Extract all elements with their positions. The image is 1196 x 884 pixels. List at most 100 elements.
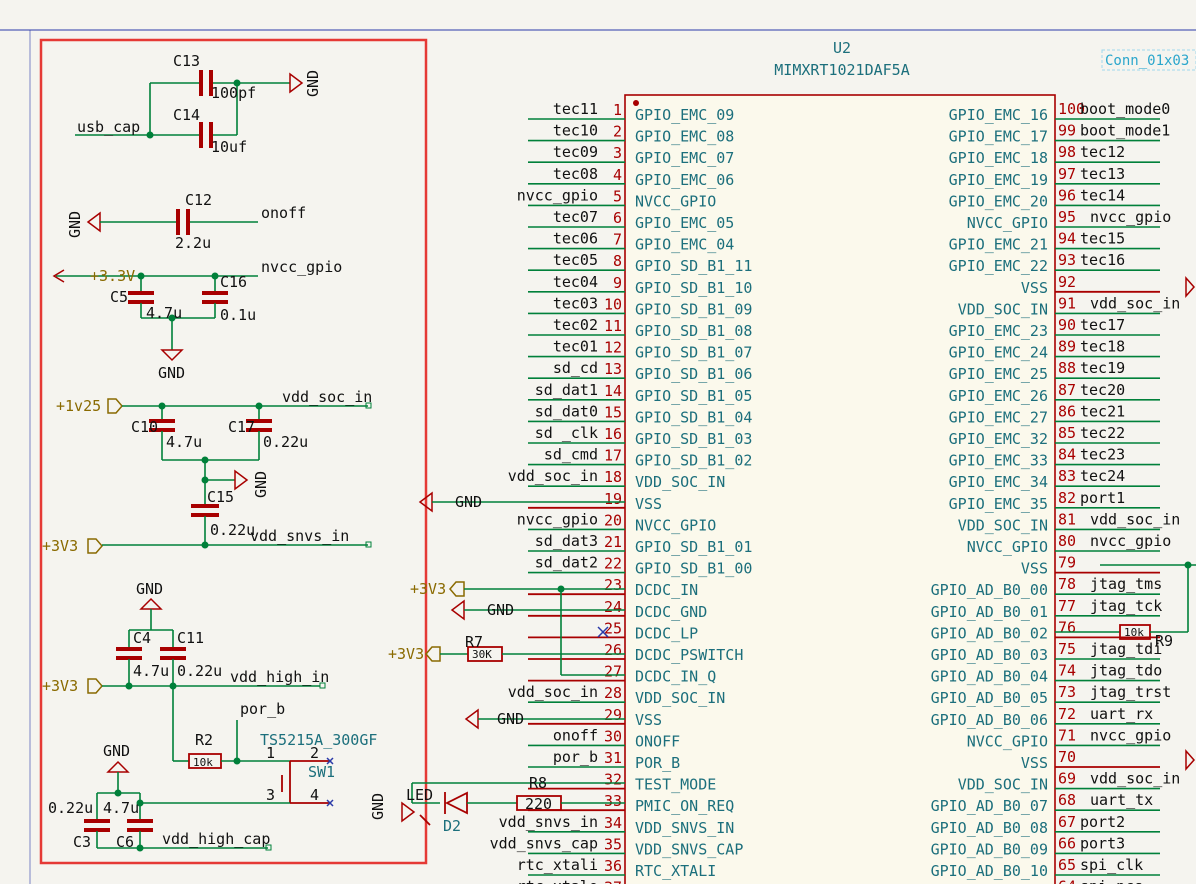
net-label[interactable]: sd_cd — [553, 359, 598, 377]
net-label[interactable]: nvcc_gpio — [517, 186, 598, 204]
net-label[interactable]: tec10 — [553, 122, 598, 140]
net-label[interactable]: rtc_xtali — [517, 856, 598, 874]
pin-name: NVCC_GPIO — [967, 732, 1048, 750]
net-label[interactable]: tec05 — [553, 251, 598, 269]
net-label[interactable]: tec11 — [553, 100, 598, 118]
net-label[interactable]: jtag_trst — [1090, 683, 1171, 701]
schematic-canvas[interactable]: U2 MIMXRT1021DAF5A Conn_01x03 1 GPIO_EMC_… — [0, 0, 1196, 884]
net-label[interactable]: vdd_snvs_cap — [490, 834, 598, 852]
net-label[interactable]: tec22 — [1080, 424, 1125, 442]
net-label[interactable]: uart_tx — [1090, 791, 1153, 809]
net-label[interactable]: tec01 — [553, 338, 598, 356]
net-label[interactable]: tec14 — [1080, 186, 1125, 204]
pin-name: GPIO_SD_B1_11 — [635, 257, 752, 275]
pin-number: 68 — [1058, 791, 1076, 809]
net-label[interactable]: port1 — [1080, 489, 1125, 507]
net-label[interactable]: tec23 — [1080, 446, 1125, 464]
net-label[interactable]: tec24 — [1080, 467, 1125, 485]
net-label[interactable]: tec07 — [553, 208, 598, 226]
pin-number: 95 — [1058, 208, 1076, 226]
sw1-ref: SW1 — [308, 763, 335, 781]
net-label[interactable]: jtag_tdo — [1090, 662, 1162, 680]
net-label[interactable]: tec21 — [1080, 402, 1125, 420]
pin-number: 65 — [1058, 856, 1076, 874]
pin-number: 6 — [613, 209, 622, 227]
net-label[interactable]: jtag_tdi — [1090, 640, 1162, 658]
net-label[interactable]: tec16 — [1080, 251, 1125, 269]
net-label[interactable]: sd_dat1 — [535, 381, 598, 399]
c17-ref: C17 — [228, 418, 255, 436]
pin-number: 19 — [604, 490, 622, 508]
net-label[interactable]: tec13 — [1080, 165, 1125, 183]
net-label[interactable]: tec17 — [1080, 316, 1125, 334]
pin-number: 8 — [613, 252, 622, 270]
net-label[interactable]: sd_dat0 — [535, 402, 598, 420]
sw-pin3: 3 — [266, 786, 275, 804]
net-label[interactable]: tec20 — [1080, 381, 1125, 399]
net-label[interactable]: port3 — [1080, 834, 1125, 852]
net-label[interactable]: vdd_soc_in — [1090, 770, 1180, 788]
net-label[interactable]: tec04 — [553, 273, 598, 291]
pin-number: 35 — [604, 835, 622, 853]
net-label[interactable]: boot_mode1 — [1080, 122, 1170, 140]
net-label[interactable]: sd_dat2 — [535, 554, 598, 572]
net-label[interactable]: nvcc_gpio — [517, 510, 598, 528]
v3v3-label-4: +3V3 — [388, 645, 424, 663]
pin-name: GPIO_EMC_06 — [635, 171, 734, 189]
net-label[interactable]: por_b — [553, 748, 598, 766]
v3v3-label-3: +3V3 — [410, 580, 446, 598]
net-label[interactable]: nvcc_gpio — [1090, 532, 1171, 550]
net-label[interactable]: tec19 — [1080, 359, 1125, 377]
pin-number: 89 — [1058, 338, 1076, 356]
net-label[interactable]: vdd_soc_in — [1090, 294, 1180, 312]
net-label[interactable]: tec15 — [1080, 230, 1125, 248]
net-label[interactable]: uart_rx — [1090, 705, 1153, 723]
pin-name: DCDC_GND — [635, 603, 707, 621]
net-label[interactable]: boot_mode0 — [1080, 100, 1170, 118]
net-label[interactable]: tec09 — [553, 143, 598, 161]
net-label[interactable]: rtc_xtalo — [517, 878, 598, 884]
net-label[interactable]: nvcc_gpio — [1090, 208, 1171, 226]
net-label[interactable]: tec12 — [1080, 143, 1125, 161]
net-label[interactable]: vdd_soc_in — [1090, 510, 1180, 528]
net-label[interactable]: spi_clk — [1080, 856, 1143, 874]
pin-number: 37 — [604, 879, 622, 884]
net-label[interactable]: vdd_snvs_in — [499, 813, 598, 831]
r8-value: 220 — [525, 795, 552, 813]
pin-number: 71 — [1058, 726, 1076, 744]
pin-name: NVCC_GPIO — [967, 214, 1048, 232]
net-label[interactable]: tec06 — [553, 230, 598, 248]
pin-number: 9 — [613, 274, 622, 292]
net-label[interactable]: jtag_tck — [1090, 597, 1162, 615]
net-label[interactable]: sd_cmd — [544, 446, 598, 464]
net-label[interactable]: vdd_soc_in — [508, 683, 598, 701]
pin-number: 78 — [1058, 575, 1076, 593]
pin-number: 67 — [1058, 813, 1076, 831]
pin-name: VDD_SNVS_IN — [635, 819, 734, 837]
pin-number: 2 — [613, 123, 622, 141]
c13-value: 100pf — [211, 84, 256, 102]
net-label[interactable]: tec18 — [1080, 338, 1125, 356]
net-label[interactable]: tec03 — [553, 294, 598, 312]
net-label[interactable]: sd_dat3 — [535, 532, 598, 550]
pin-name: GPIO_EMC_25 — [949, 365, 1048, 383]
net-label[interactable]: tec08 — [553, 165, 598, 183]
net-label[interactable]: spi_pcs — [1080, 878, 1143, 884]
net-label[interactable]: onoff — [553, 726, 598, 744]
pin-name: VSS — [1021, 279, 1048, 297]
net-label[interactable]: vdd_soc_in — [508, 467, 598, 485]
net-label[interactable]: tec02 — [553, 316, 598, 334]
pin-number: 91 — [1058, 294, 1076, 312]
gnd-label-4: GND — [252, 471, 270, 498]
c12-ref: C12 — [185, 191, 212, 209]
pin-number: 28 — [604, 684, 622, 702]
pin-name: VSS — [635, 495, 662, 513]
net-label[interactable]: sd _clk — [535, 424, 598, 442]
c17-value: 0.22u — [263, 433, 308, 451]
net-label[interactable]: port2 — [1080, 813, 1125, 831]
net-label[interactable]: nvcc_gpio — [1090, 726, 1171, 744]
c3-value: 0.22u — [48, 799, 93, 817]
vdd-high-cap-label: vdd_high_cap — [162, 830, 270, 848]
net-label[interactable]: jtag_tms — [1090, 575, 1162, 593]
vdd-high-in-label: vdd_high_in — [230, 668, 329, 686]
